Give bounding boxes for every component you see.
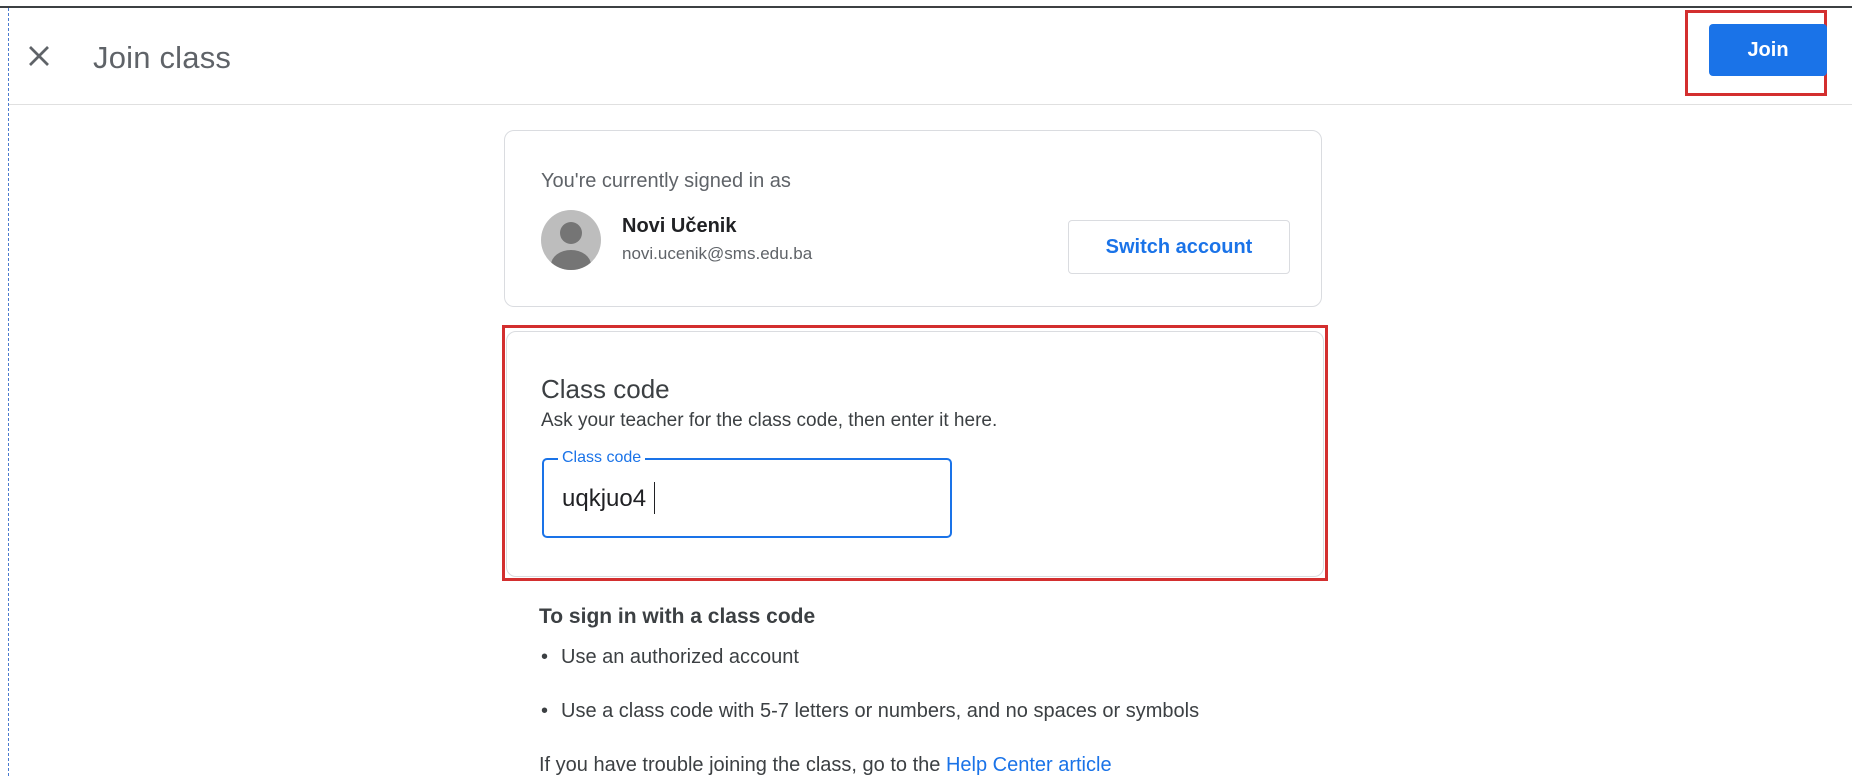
dialog-title: Join class (93, 40, 232, 75)
window-left-border (8, 8, 9, 776)
signed-in-label: You're currently signed in as (541, 170, 791, 192)
info-title: To sign in with a class code (539, 605, 816, 628)
list-item: Use an authorized account (539, 646, 1199, 700)
user-name: Novi Učenik (622, 215, 737, 237)
avatar (541, 210, 601, 270)
help-center-link[interactable]: Help Center article (946, 754, 1112, 776)
class-code-card: Class code Ask your teacher for the clas… (506, 331, 1324, 577)
account-avatar-icon (551, 222, 591, 270)
trouble-prefix: If you have trouble joining the class, g… (539, 754, 941, 776)
info-list: Use an authorized account Use a class co… (539, 646, 1199, 754)
class-code-input[interactable] (562, 482, 932, 516)
user-email: novi.ucenik@sms.edu.ba (622, 244, 813, 263)
class-code-description: Ask your teacher for the class code, the… (541, 410, 998, 431)
trouble-text: If you have trouble joining the class, g… (539, 754, 1112, 777)
join-button[interactable]: Join (1709, 24, 1827, 76)
dialog-header: Join class (9, 8, 1852, 105)
text-cursor (654, 482, 655, 514)
close-button[interactable] (21, 38, 57, 74)
class-code-title: Class code (541, 374, 670, 404)
class-code-field-label: Class code (558, 449, 646, 467)
class-code-field[interactable]: Class code (542, 449, 952, 538)
switch-account-button[interactable]: Switch account (1068, 220, 1290, 274)
list-item: Use a class code with 5-7 letters or num… (539, 700, 1199, 754)
close-icon (29, 46, 49, 66)
account-card: You're currently signed in as Novi Učeni… (504, 130, 1322, 307)
